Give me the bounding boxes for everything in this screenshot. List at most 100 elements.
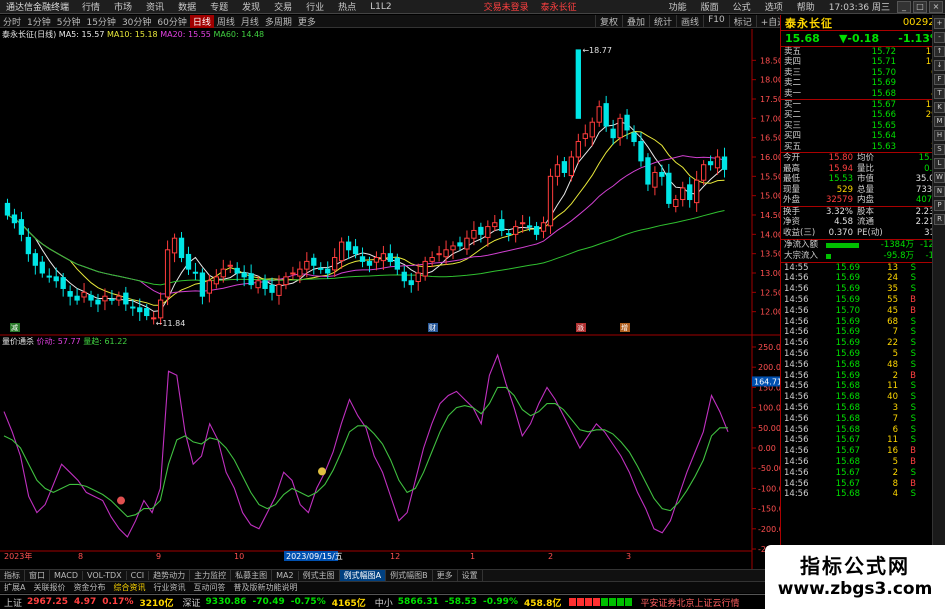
side-tool-icon[interactable]: K <box>934 102 945 113</box>
info-tab[interactable]: 关联报价 <box>29 582 69 593</box>
side-tool-icon[interactable]: ↓ <box>934 60 945 71</box>
market-breadth-blocks <box>569 598 633 606</box>
menu-layout[interactable]: 版面 <box>694 0 726 13</box>
tick-volume: 24 <box>887 273 898 284</box>
period-tab[interactable]: 月线 <box>238 15 262 28</box>
candle-body <box>666 172 672 204</box>
menu-industry[interactable]: 行业 <box>299 0 331 13</box>
candle-body <box>144 308 150 317</box>
menu-quotes[interactable]: 行情 <box>75 0 107 13</box>
stat-value: 32579 <box>825 195 853 206</box>
info-tab[interactable]: 普及版新功能说明 <box>229 582 301 593</box>
info-tab[interactable]: 互动问答 <box>189 582 229 593</box>
indicator-tab[interactable]: 例式幅图B <box>386 570 433 581</box>
menu-market[interactable]: 市场 <box>107 0 139 13</box>
tick-time: 14:56 <box>784 327 809 338</box>
period-tab[interactable]: 15分钟 <box>83 15 118 28</box>
menu-hot[interactable]: 热点 <box>331 0 363 13</box>
candle-body <box>95 299 101 305</box>
period-tab[interactable]: 5分钟 <box>54 15 84 28</box>
menu-formula[interactable]: 公式 <box>726 0 758 13</box>
tick-volume: 8 <box>892 478 898 489</box>
candle-body <box>659 171 665 177</box>
chart-tool-button[interactable]: 统计 <box>649 15 676 28</box>
time-axis-tick: 3 <box>626 552 631 561</box>
chart-tool-button[interactable]: F10 <box>703 15 729 28</box>
tick-volume: 22 <box>887 338 898 349</box>
candle-body <box>74 295 80 301</box>
period-tab[interactable]: 多周期 <box>262 15 295 28</box>
indicator-tab[interactable]: 例式幅图A <box>339 570 387 581</box>
chart-tool-button[interactable]: 标记 <box>728 15 756 28</box>
period-tab[interactable]: 1分钟 <box>24 15 54 28</box>
side-tool-icon[interactable]: T <box>934 88 945 99</box>
tick-price: 15.67 <box>835 446 860 457</box>
period-tab[interactable]: 60分钟 <box>154 15 189 28</box>
menu-data[interactable]: 数据 <box>171 0 203 13</box>
period-tab[interactable]: 周线 <box>214 15 238 28</box>
current-stock-alert[interactable]: 泰永长征 <box>535 0 583 13</box>
side-tool-icon[interactable]: - <box>934 32 945 43</box>
watermark-title: 指标公式网 <box>800 554 910 578</box>
chart-tool-button[interactable]: 画线 <box>676 15 703 28</box>
side-tool-icon[interactable]: + <box>934 18 945 29</box>
indicator-tab[interactable]: MA2 <box>272 571 299 580</box>
bid-row: 买三15.6578 <box>781 121 945 131</box>
indicator-tab[interactable]: 趋势动力 <box>149 570 191 581</box>
candle-body <box>499 219 505 231</box>
side-tool-icon[interactable]: R <box>934 214 945 225</box>
candle-body <box>32 253 38 266</box>
candle-body <box>575 141 581 158</box>
menu-topics[interactable]: 专题 <box>203 0 235 13</box>
info-tab[interactable]: 行业资讯 <box>149 582 189 593</box>
menu-news[interactable]: 资讯 <box>139 0 171 13</box>
info-tab[interactable]: 扩展A <box>0 582 29 593</box>
side-tool-icon[interactable]: P <box>934 200 945 211</box>
menu-function[interactable]: 功能 <box>662 0 694 13</box>
tick-list[interactable]: 14:55 15.69 13 S 14:56 15.69 24 S 14:56 15.69 35 S 1… <box>781 263 945 501</box>
indicator-tab[interactable]: MACD <box>50 571 83 580</box>
indicator-tab[interactable]: 设置 <box>458 570 483 581</box>
side-tool-icon[interactable]: N <box>934 186 945 197</box>
menu-help[interactable]: 帮助 <box>790 0 822 13</box>
chart-canvas[interactable]: 12.00 12.50 13.00 13.50 14.00 14.50 15.00 15.50… <box>0 29 780 569</box>
chart-tool-button[interactable]: 复权 <box>595 15 622 28</box>
indicator-tab[interactable]: 更多 <box>433 570 458 581</box>
menu-l1l2[interactable]: L1L2 <box>363 2 398 12</box>
menu-trade[interactable]: 交易 <box>267 0 299 13</box>
trade-login-alert[interactable]: 交易未登录 <box>478 0 535 13</box>
maximize-button[interactable]: □ <box>913 0 928 13</box>
bid-price: 15.66 <box>871 110 896 121</box>
side-tool-icon[interactable]: F <box>934 74 945 85</box>
candle-body <box>478 226 484 235</box>
ma60-legend: MA60: 14.48 <box>213 30 265 39</box>
minimize-button[interactable]: _ <box>897 0 912 13</box>
side-tool-icon[interactable]: W <box>934 172 945 183</box>
chart-tool-button[interactable]: 叠加 <box>622 15 649 28</box>
indicator-tab[interactable]: 例式主图 <box>299 570 340 581</box>
side-tool-icon[interactable]: H <box>934 130 945 141</box>
close-button[interactable]: × <box>929 0 944 13</box>
candle-body <box>359 256 366 262</box>
indicator-tab[interactable]: 窗口 <box>25 570 50 581</box>
candle-body <box>67 291 73 297</box>
indicator-tab[interactable]: 私募主图 <box>231 570 273 581</box>
menu-discover[interactable]: 发现 <box>235 0 267 13</box>
menu-options[interactable]: 选项 <box>758 0 790 13</box>
info-tab[interactable]: 资金分布 <box>69 582 109 593</box>
stat-row: 外盘 32579 内盘 40727 <box>781 195 945 206</box>
side-tool-icon[interactable]: L <box>934 158 945 169</box>
indicator-tab[interactable]: 主力监控 <box>190 570 232 581</box>
period-tab[interactable]: 30分钟 <box>119 15 154 28</box>
side-tool-icon[interactable]: M <box>934 116 945 127</box>
indicator-tab[interactable]: VOL-TDX <box>83 571 127 580</box>
side-tool-icon[interactable]: ↑ <box>934 46 945 57</box>
period-tab[interactable]: 更多 <box>295 15 319 28</box>
period-tab[interactable]: 日线 <box>189 14 214 28</box>
period-tab[interactable]: 分时 <box>0 15 24 28</box>
indicator-legend: 量价通杀 价动: 57.77 量趋: 61.22 <box>2 336 127 347</box>
indicator-tab[interactable]: CCI <box>127 571 150 580</box>
side-tool-icon[interactable]: S <box>934 144 945 155</box>
indicator-tab[interactable]: 指标 <box>0 570 25 581</box>
info-tab[interactable]: 综合资讯 <box>109 582 149 593</box>
